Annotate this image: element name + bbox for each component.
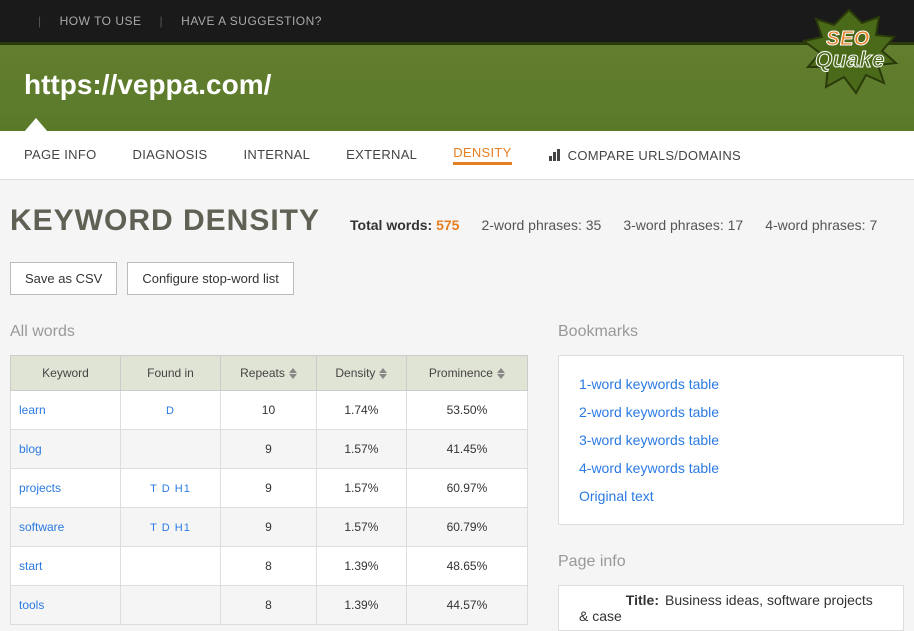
th-keyword[interactable]: Keyword — [11, 356, 121, 391]
tab-page-info[interactable]: PAGE INFO — [24, 147, 97, 164]
density-cell: 1.57% — [316, 508, 406, 547]
found-in: D — [166, 405, 175, 417]
save-csv-button[interactable]: Save as CSV — [10, 262, 117, 295]
pageinfo-title-label: Title: — [579, 592, 659, 608]
table-row: learn D 101.74%53.50% — [11, 391, 528, 430]
prominence-cell: 44.57% — [406, 586, 527, 625]
tab-diagnosis[interactable]: DIAGNOSIS — [133, 147, 208, 164]
table-row: software T D H1 91.57%60.79% — [11, 508, 528, 547]
bookmark-link[interactable]: 3-word keywords table — [579, 432, 883, 448]
th-prominence[interactable]: Prominence — [406, 356, 527, 391]
how-to-use-link[interactable]: HOW TO USE — [60, 14, 142, 28]
pageinfo-title: Page info — [558, 553, 904, 571]
found-in: T D H1 — [150, 483, 191, 495]
repeats-cell: 9 — [221, 469, 317, 508]
keywords-table: Keyword Found in Repeats Density Promine… — [10, 355, 528, 625]
prominence-cell: 60.97% — [406, 469, 527, 508]
th-density[interactable]: Density — [316, 356, 406, 391]
suggestion-link[interactable]: HAVE A SUGGESTION? — [181, 14, 322, 28]
keyword-link[interactable]: projects — [19, 481, 61, 495]
density-cell: 1.39% — [316, 547, 406, 586]
table-row: blog 91.57%41.45% — [11, 430, 528, 469]
density-cell: 1.57% — [316, 469, 406, 508]
table-row: start 81.39%48.65% — [11, 547, 528, 586]
repeats-cell: 8 — [221, 586, 317, 625]
keyword-link[interactable]: tools — [19, 598, 44, 612]
tabs-bar: PAGE INFO DIAGNOSIS INTERNAL EXTERNAL DE… — [0, 131, 914, 180]
tab-density[interactable]: DENSITY — [453, 145, 511, 165]
th-found-in[interactable]: Found in — [121, 356, 221, 391]
keyword-link[interactable]: learn — [19, 403, 46, 417]
bookmark-link[interactable]: 2-word keywords table — [579, 404, 883, 420]
seoquake-logo: SEO Quake — [794, 5, 904, 98]
prominence-cell: 53.50% — [406, 391, 527, 430]
repeats-cell: 10 — [221, 391, 317, 430]
keyword-link[interactable]: blog — [19, 442, 42, 456]
bookmark-link[interactable]: Original text — [579, 488, 883, 504]
bookmarks-title: Bookmarks — [558, 323, 904, 341]
repeats-cell: 9 — [221, 508, 317, 547]
bookmark-link[interactable]: 1-word keywords table — [579, 376, 883, 392]
density-cell: 1.57% — [316, 430, 406, 469]
tab-compare[interactable]: COMPARE URLS/DOMAINS — [548, 148, 741, 163]
svg-text:Quake: Quake — [815, 47, 885, 72]
tab-internal[interactable]: INTERNAL — [243, 147, 310, 164]
prominence-cell: 41.45% — [406, 430, 527, 469]
page-title: KEYWORD DENSITY — [10, 204, 320, 238]
repeats-cell: 9 — [221, 430, 317, 469]
page-url: https://veppa.com/ — [24, 69, 890, 101]
bar-chart-icon — [548, 148, 562, 162]
bookmark-link[interactable]: 4-word keywords table — [579, 460, 883, 476]
topbar: | HOW TO USE | HAVE A SUGGESTION? SEO Qu… — [0, 0, 914, 42]
repeats-cell: 8 — [221, 547, 317, 586]
th-repeats[interactable]: Repeats — [221, 356, 317, 391]
configure-stopwords-button[interactable]: Configure stop-word list — [127, 262, 294, 295]
tab-external[interactable]: EXTERNAL — [346, 147, 417, 164]
header: https://veppa.com/ — [0, 42, 914, 131]
density-cell: 1.74% — [316, 391, 406, 430]
table-section-title: All words — [10, 323, 528, 341]
stats: Total words: 575 2-word phrases: 35 3-wo… — [350, 217, 877, 233]
found-in: T D H1 — [150, 522, 191, 534]
keyword-link[interactable]: start — [19, 559, 42, 573]
bookmarks-box: 1-word keywords table 2-word keywords tab… — [558, 355, 904, 525]
keyword-link[interactable]: software — [19, 520, 64, 534]
prominence-cell: 48.65% — [406, 547, 527, 586]
tab-compare-label: COMPARE URLS/DOMAINS — [568, 148, 741, 163]
density-cell: 1.39% — [316, 586, 406, 625]
table-row: tools 81.39%44.57% — [11, 586, 528, 625]
prominence-cell: 60.79% — [406, 508, 527, 547]
table-row: projects T D H1 91.57%60.97% — [11, 469, 528, 508]
pageinfo-box: Title:Business ideas, software projects … — [558, 585, 904, 631]
